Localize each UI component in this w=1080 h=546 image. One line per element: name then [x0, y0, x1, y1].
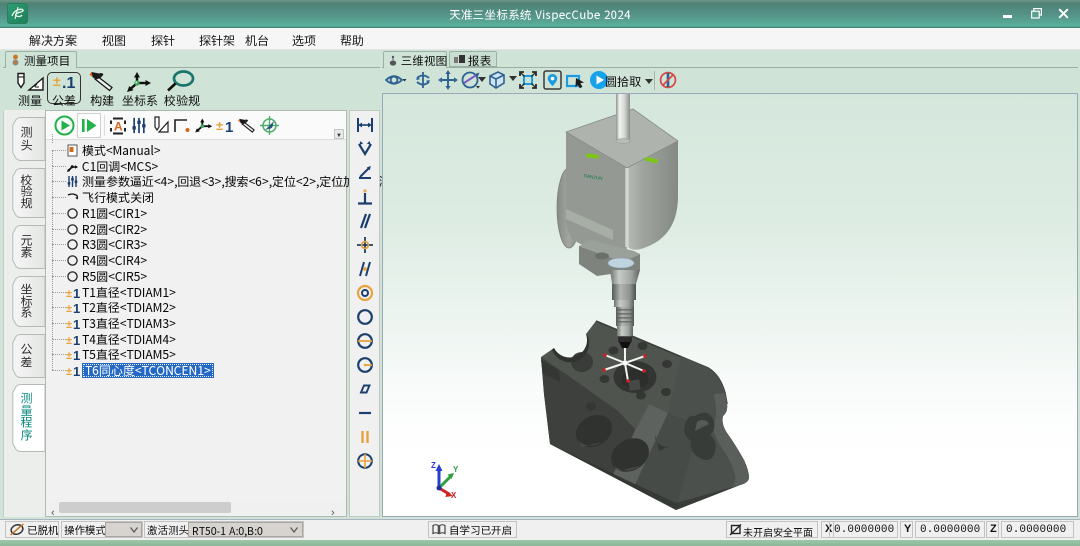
- svg-text:A: A: [114, 120, 123, 134]
- svg-text:Z: Z: [431, 461, 436, 470]
- svg-text:1: 1: [73, 286, 80, 299]
- svg-text:±: ±: [66, 366, 72, 377]
- svg-text:1: 1: [225, 119, 233, 134]
- svg-text:1: 1: [73, 333, 80, 346]
- svg-text:±: ±: [66, 319, 72, 330]
- svg-text:±: ±: [66, 350, 72, 361]
- svg-text:X: X: [451, 491, 457, 500]
- svg-text:±: ±: [66, 288, 72, 299]
- svg-text:1: 1: [73, 301, 80, 314]
- svg-text:1: 1: [73, 348, 80, 361]
- svg-text:1: 1: [73, 364, 80, 377]
- svg-text:1: 1: [73, 317, 80, 330]
- svg-text:±: ±: [66, 303, 72, 314]
- svg-text:±: ±: [216, 118, 223, 133]
- svg-text:Y: Y: [453, 465, 459, 474]
- svg-text:±: ±: [66, 335, 72, 346]
